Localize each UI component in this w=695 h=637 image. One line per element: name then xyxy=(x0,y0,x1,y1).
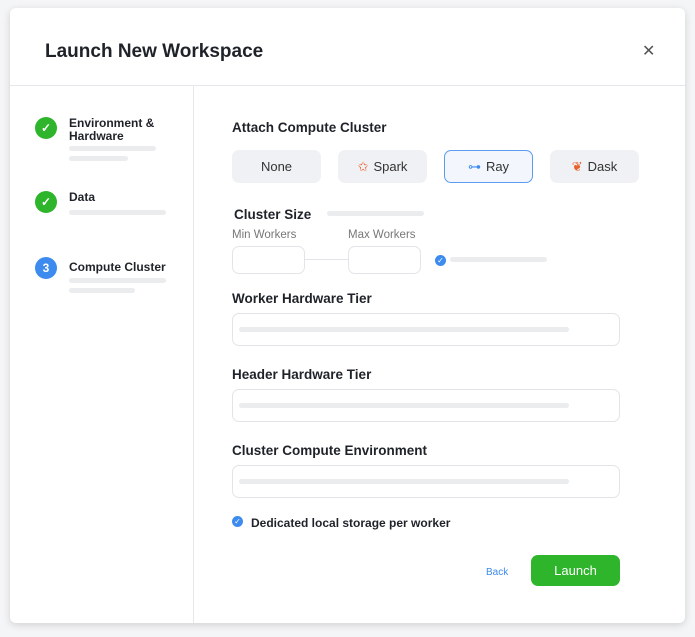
modal-title: Launch New Workspace xyxy=(45,41,264,62)
launch-workspace-modal: Launch New Workspace ✕ ✓ Environment & H… xyxy=(10,8,685,623)
placeholder-bar xyxy=(69,210,166,215)
option-dask[interactable]: ❦ Dask xyxy=(550,150,639,183)
placeholder-bar xyxy=(450,257,547,262)
placeholder-bar xyxy=(69,288,135,293)
placeholder-bar xyxy=(239,479,569,484)
check-icon: ✓ xyxy=(35,191,57,213)
placeholder-bar xyxy=(239,327,569,332)
divider xyxy=(193,86,194,623)
cluster-size-heading: Cluster Size xyxy=(234,207,312,222)
placeholder-bar xyxy=(69,146,156,151)
option-none[interactable]: None xyxy=(232,150,321,183)
check-icon: ✓ xyxy=(35,117,57,139)
step-number: 3 xyxy=(35,257,57,279)
min-workers-input[interactable] xyxy=(232,246,305,274)
storage-checkbox[interactable]: ✓ xyxy=(232,516,243,527)
environment-select[interactable] xyxy=(232,465,620,498)
option-label: Ray xyxy=(485,159,510,174)
attach-heading: Attach Compute Cluster xyxy=(232,120,387,135)
step-label: Environment & Hardware xyxy=(69,116,155,143)
placeholder-bar xyxy=(327,211,424,216)
close-icon[interactable]: ✕ xyxy=(642,41,655,61)
step-label: Data xyxy=(69,190,96,204)
option-label: None xyxy=(260,159,293,174)
header-tier-select[interactable] xyxy=(232,389,620,422)
header-tier-heading: Header Hardware Tier xyxy=(232,367,372,382)
placeholder-bar xyxy=(239,403,569,408)
max-workers-label: Max Workers xyxy=(348,229,416,241)
max-workers-input[interactable] xyxy=(348,246,421,274)
option-ray[interactable]: ⊶ Ray xyxy=(444,150,533,183)
step-label: Compute Cluster xyxy=(69,260,166,274)
option-spark[interactable]: ✩ Spark xyxy=(338,150,427,183)
divider xyxy=(10,85,685,86)
checkbox-checked-icon[interactable]: ✓ xyxy=(435,255,446,266)
dask-icon: ❦ xyxy=(571,158,583,174)
spark-icon: ✩ xyxy=(357,158,369,174)
storage-label: Dedicated local storage per worker xyxy=(251,516,451,530)
option-label: Spark xyxy=(373,159,408,174)
launch-button[interactable]: Launch xyxy=(531,555,620,586)
back-button[interactable]: Back xyxy=(486,567,508,578)
ray-icon: ⊶ xyxy=(467,158,481,174)
environment-heading: Cluster Compute Environment xyxy=(232,443,428,458)
placeholder-bar xyxy=(69,156,128,161)
range-connector xyxy=(305,259,348,260)
placeholder-bar xyxy=(69,278,166,283)
min-workers-label: Min Workers xyxy=(232,229,297,241)
option-label: Dask xyxy=(587,159,618,174)
worker-tier-heading: Worker Hardware Tier xyxy=(232,291,372,306)
worker-tier-select[interactable] xyxy=(232,313,620,346)
